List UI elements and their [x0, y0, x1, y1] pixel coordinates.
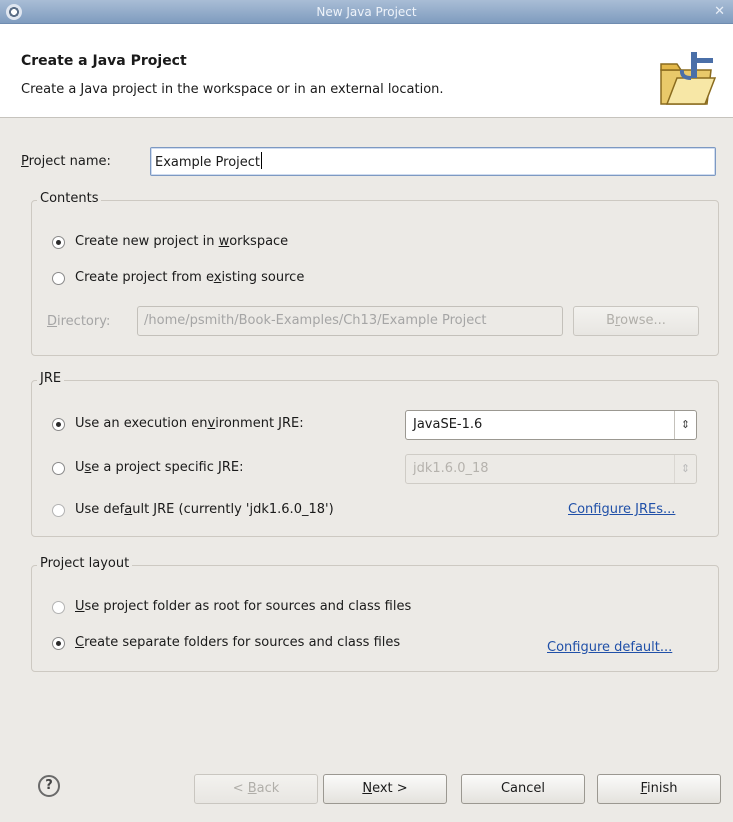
execution-environment-radio[interactable]	[52, 418, 65, 431]
project-specific-jre-select[interactable]: jdk1.6.0_18 ⇕	[405, 454, 697, 484]
combo-arrow-icon: ⇕	[674, 455, 696, 483]
existing-source-label[interactable]: Create project from existing source	[75, 270, 304, 285]
project-layout-legend: Project layout	[37, 556, 133, 571]
default-jre-radio[interactable]	[52, 504, 65, 517]
separate-folders-label[interactable]: Create separate folders for sources and …	[75, 635, 400, 650]
directory-input[interactable]: /home/psmith/Book-Examples/Ch13/Example …	[137, 306, 563, 336]
browse-button[interactable]: Browse...	[573, 306, 699, 336]
directory-label: Directory:	[47, 314, 111, 329]
window-title: New Java Project	[316, 5, 417, 19]
back-button[interactable]: < Back	[194, 774, 318, 804]
project-folder-root-label[interactable]: Use project folder as root for sources a…	[75, 599, 411, 614]
project-specific-jre-label[interactable]: Use a project specific JRE:	[75, 460, 244, 475]
project-specific-jre-radio[interactable]	[52, 462, 65, 475]
project-layout-group: Project layout	[31, 556, 719, 672]
new-java-project-dialog: New Java Project ✕ Create a Java Project…	[0, 0, 733, 822]
close-icon[interactable]: ✕	[714, 0, 725, 24]
execution-environment-select[interactable]: JavaSE-1.6 ⇕	[405, 410, 697, 440]
configure-default-link[interactable]: Configure default...	[547, 640, 672, 655]
new-project-workspace-radio[interactable]	[52, 236, 65, 249]
separate-folders-radio[interactable]	[52, 637, 65, 650]
execution-environment-label[interactable]: Use an execution environment JRE:	[75, 416, 304, 431]
help-icon[interactable]: ?	[38, 775, 60, 797]
java-project-banner-icon	[660, 52, 717, 105]
default-jre-label[interactable]: Use default JRE (currently 'jdk1.6.0_18'…	[75, 502, 334, 517]
new-project-workspace-label[interactable]: Create new project in workspace	[75, 234, 288, 249]
existing-source-radio[interactable]	[52, 272, 65, 285]
next-button[interactable]: Next >	[323, 774, 447, 804]
contents-legend: Contents	[37, 191, 102, 206]
combo-arrow-icon: ⇕	[674, 411, 696, 439]
project-folder-root-radio[interactable]	[52, 601, 65, 614]
project-name-label: Project name:	[21, 154, 111, 169]
title-bar: New Java Project ✕	[0, 0, 733, 24]
finish-button[interactable]: Finish	[597, 774, 721, 804]
project-name-input[interactable]: Example Project	[150, 147, 716, 176]
page-description: Create a Java project in the workspace o…	[21, 82, 444, 97]
cancel-button[interactable]: Cancel	[461, 774, 585, 804]
wizard-header: Create a Java Project Create a Java proj…	[0, 24, 733, 118]
page-title: Create a Java Project	[21, 53, 187, 69]
configure-jres-link[interactable]: Configure JREs...	[568, 502, 675, 517]
window-icon[interactable]	[6, 4, 22, 20]
jre-legend: JRE	[37, 371, 65, 386]
